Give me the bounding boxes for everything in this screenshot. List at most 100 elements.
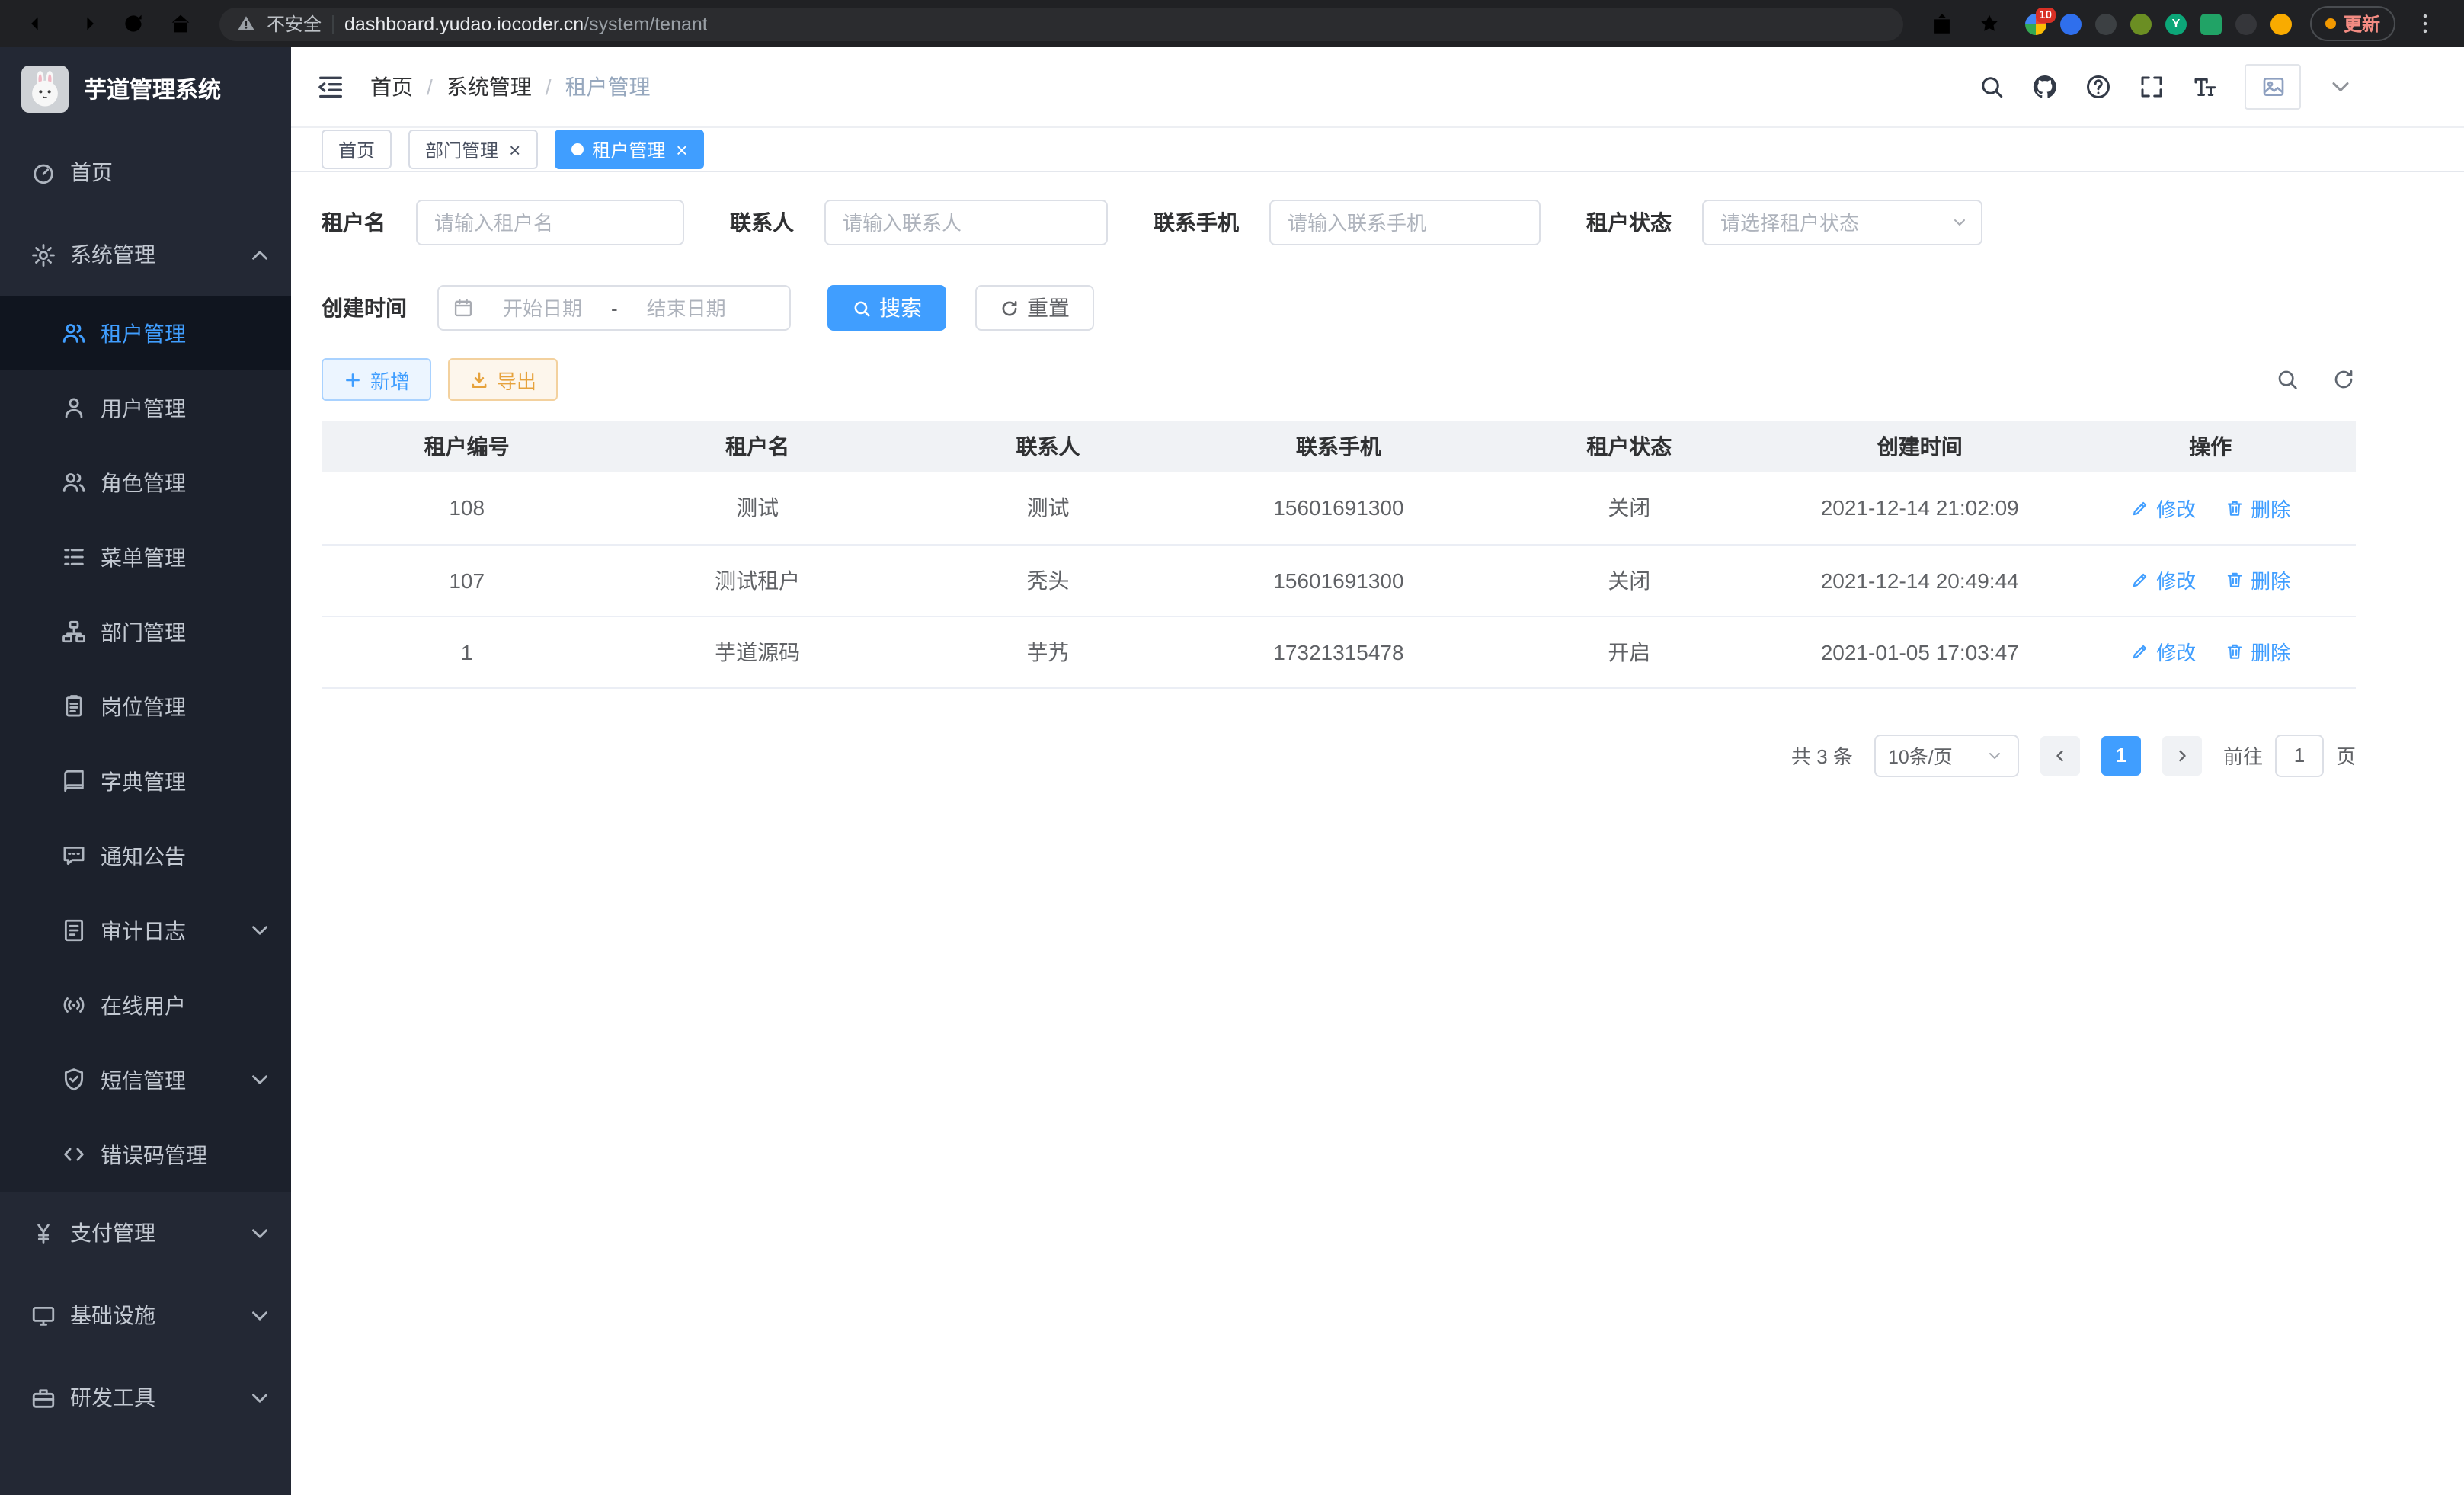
tab-close-icon[interactable]: × [676,139,687,159]
sidebar-item-dev-tools[interactable]: 研发工具 [0,1356,291,1439]
status-select-input[interactable] [1702,200,1982,245]
search-toggle-icon[interactable] [2275,367,2299,392]
reload-icon[interactable] [120,11,146,37]
edit-button[interactable]: 修改 [2130,565,2196,594]
extension-icon-green-y[interactable]: Y [2165,13,2187,34]
sidebar-item-error-code[interactable]: 错误码管理 [0,1117,291,1192]
book-icon [61,768,87,794]
address-bar[interactable]: 不安全 dashboard.yudao.iocoder.cn/system/te… [219,7,1903,40]
filter-status: 租户状态 [1586,200,1982,245]
breadcrumb-item[interactable]: 系统管理 [446,72,532,102]
fullscreen-icon[interactable] [2138,73,2165,101]
next-page-button[interactable] [2162,735,2202,775]
profile-avatar[interactable] [2270,13,2292,34]
trash-icon [2225,498,2245,518]
tab-label: 首页 [338,136,375,162]
chrome-update-chip[interactable]: 更新 [2310,6,2395,41]
edit-button[interactable]: 修改 [2130,494,2196,523]
tenant-name-input[interactable] [416,200,684,245]
search-button[interactable]: 搜索 [827,285,946,331]
field-label: 租户状态 [1586,207,1672,238]
date-range-picker[interactable]: - [437,285,791,331]
date-end-input[interactable] [624,295,749,321]
page-size-select[interactable]: 10条/页 [1874,734,2019,776]
filter-create-time: 创建时间 - [322,285,791,331]
sidebar-item-menu[interactable]: 菜单管理 [0,520,291,594]
export-button[interactable]: 导出 [448,358,558,401]
total-count: 共 3 条 [1791,741,1853,770]
refresh-icon[interactable] [2331,367,2356,392]
github-icon[interactable] [2031,73,2059,101]
edit-icon [2130,570,2150,590]
sidebar-item-home[interactable]: 首页 [0,131,291,213]
tab-tenant[interactable]: 租户管理 × [554,130,704,169]
filter-row-2: 创建时间 - 搜索 重置 [322,285,2356,331]
top-navbar: 首页 / 系统管理 / 租户管理 [291,47,2464,128]
trash-icon [2225,570,2245,590]
prev-page-button[interactable] [2040,735,2080,775]
extension-icon-green-square[interactable] [2200,13,2222,34]
cell-phone: 15601691300 [1193,544,1483,616]
cell-actions: 修改 删除 [2065,616,2356,687]
sidebar-item-sms[interactable]: 短信管理 [0,1042,291,1117]
tab-home[interactable]: 首页 [322,130,392,169]
page-number-current[interactable]: 1 [2101,735,2141,775]
delete-button[interactable]: 删除 [2225,494,2290,523]
dashboard-icon [30,159,56,185]
browser-menu-icon[interactable] [2412,11,2438,37]
delete-button[interactable]: 删除 [2225,565,2290,594]
sidebar-item-system[interactable]: 系统管理 [0,213,291,296]
delete-button[interactable]: 删除 [2225,637,2290,666]
tab-close-icon[interactable]: × [509,139,520,159]
extension-icon-puzzle[interactable] [2235,13,2257,34]
col-phone: 联系手机 [1193,421,1483,472]
add-button[interactable]: 新增 [322,358,431,401]
sidebar-item-role[interactable]: 角色管理 [0,445,291,520]
reset-button[interactable]: 重置 [975,285,1094,331]
user-avatar[interactable] [2245,64,2301,110]
home-icon[interactable] [168,11,194,37]
extension-icon-colorful[interactable]: 10 [2025,13,2046,34]
phone-input[interactable] [1269,200,1541,245]
sidebar-item-tenant[interactable]: 租户管理 [0,296,291,370]
forward-icon[interactable] [73,11,99,37]
sidebar-item-payment[interactable]: 支付管理 [0,1192,291,1274]
help-icon[interactable] [2085,73,2112,101]
contact-input[interactable] [824,200,1108,245]
sidebar-item-online-user[interactable]: 在线用户 [0,968,291,1042]
screen: 不安全 dashboard.yudao.iocoder.cn/system/te… [0,0,2464,1495]
cell-tenant-id: 107 [322,544,612,616]
chevron-down-icon [247,1302,273,1328]
sidebar-item-label: 短信管理 [101,1064,186,1095]
sidebar-collapse-icon[interactable] [315,72,346,102]
date-start-input[interactable] [480,295,605,321]
sidebar-item-infrastructure[interactable]: 基础设施 [0,1274,291,1356]
edit-button[interactable]: 修改 [2130,637,2196,666]
cell-tenant-name: 芋道源码 [612,616,902,687]
sidebar-item-dept[interactable]: 部门管理 [0,594,291,669]
back-icon[interactable] [26,11,52,37]
sidebar-item-label: 在线用户 [101,990,186,1020]
search-icon[interactable] [1978,73,2005,101]
badge-icon [61,693,87,719]
chevron-down-icon[interactable] [2327,73,2354,101]
cell-created: 2021-12-14 20:49:44 [1774,544,2065,616]
font-size-icon[interactable] [2191,73,2219,101]
bookmark-star-icon[interactable] [1976,11,2002,37]
extension-icon-olive[interactable] [2130,13,2152,34]
sidebar-item-user[interactable]: 用户管理 [0,370,291,445]
navbar-actions [1978,64,2354,110]
tab-dept[interactable]: 部门管理 × [408,130,537,169]
edit-icon [2130,642,2150,661]
extension-icon-blue[interactable] [2060,13,2082,34]
goto-page-input[interactable] [2275,734,2324,776]
extension-icon-dark[interactable] [2095,13,2117,34]
sidebar-item-audit-log[interactable]: 审计日志 [0,893,291,968]
sidebar-item-post[interactable]: 岗位管理 [0,669,291,744]
security-label: 不安全 [267,11,322,37]
status-select[interactable] [1702,200,1982,245]
share-icon[interactable] [1929,11,1955,37]
breadcrumb-item[interactable]: 首页 [370,72,413,102]
sidebar-item-notice[interactable]: 通知公告 [0,818,291,893]
sidebar-item-dict[interactable]: 字典管理 [0,744,291,818]
